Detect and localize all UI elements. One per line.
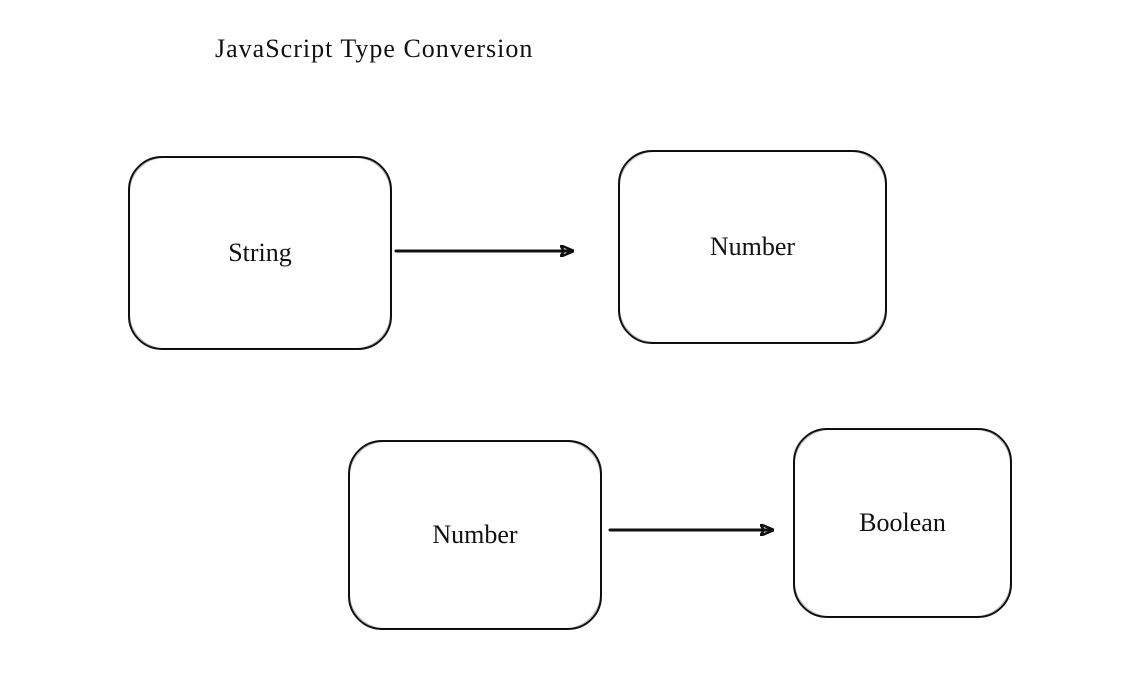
diagram-canvas: JavaScript Type Conversion String Number…	[0, 0, 1123, 694]
node-number-bottom-label: Number	[432, 520, 517, 550]
node-string: String	[128, 156, 392, 350]
node-number-bottom: Number	[348, 440, 602, 630]
node-boolean: Boolean	[793, 428, 1012, 618]
diagram-title: JavaScript Type Conversion	[215, 34, 533, 64]
node-boolean-label: Boolean	[859, 508, 946, 538]
node-string-label: String	[228, 238, 292, 268]
node-number-top: Number	[618, 150, 887, 344]
node-number-top-label: Number	[710, 232, 795, 262]
